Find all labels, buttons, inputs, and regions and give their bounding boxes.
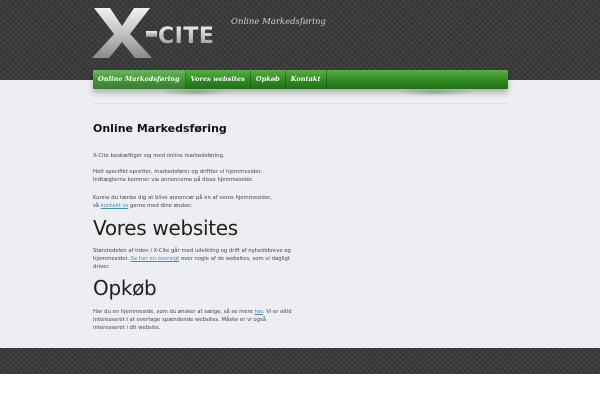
paragraph-annoncor: Kunne du tænke dig at blive annoncør på …: [93, 194, 293, 210]
opkob-text-pre: Har du en hjemmeside, som du ønsker at s…: [93, 309, 255, 315]
opkob-paragraph: Har du en hjemmeside, som du ønsker at s…: [93, 308, 293, 332]
nav-item-online-markedsforing[interactable]: Online Markedsføring: [93, 70, 186, 89]
main-nav: Online Markedsføring Vores websites Opkø…: [93, 70, 508, 89]
site-header: CITE Online Markedsføring: [0, 0, 600, 80]
websites-heading: Vores websites: [93, 216, 238, 240]
svg-text:CITE: CITE: [158, 24, 214, 49]
paragraph-drift: Helt specifikt opretter, markedsfører og…: [93, 168, 293, 184]
paragraph-annoncor-line1: Kunne du tænke dig at blive annoncør på …: [93, 195, 272, 201]
nav-shadow-glow: [160, 88, 230, 96]
paragraph-drift-line1: Helt specifikt opretter, markedsfører og…: [93, 169, 262, 175]
site-footer: [0, 348, 600, 374]
contact-link[interactable]: kontakt os: [101, 203, 129, 209]
nav-shadow-glow: [395, 88, 475, 96]
opkob-heading: Opkøb: [93, 276, 157, 300]
websites-paragraph: Størstedelen af tiden i X-Cite går med u…: [93, 247, 293, 271]
xcite-logo[interactable]: CITE: [92, 6, 227, 60]
opkob-link[interactable]: her: [255, 309, 263, 315]
nav-item-kontakt[interactable]: Kontakt: [286, 70, 327, 89]
websites-overview-link[interactable]: Se her en oversigt: [131, 256, 180, 262]
paragraph-annoncor-pre: så: [93, 203, 101, 209]
intro-text: X-Cite beskæftiger sig med online marked…: [93, 153, 225, 159]
paragraph-annoncor-post: gerne med dine ønsker.: [128, 203, 193, 209]
paragraph-drift-line2: Indtægterne kommer via annoncerne på dis…: [93, 177, 254, 183]
site-tagline: Online Markedsføring: [231, 17, 326, 27]
page-title: Online Markedsføring: [93, 122, 227, 135]
divider: [93, 103, 508, 104]
nav-item-opkob[interactable]: Opkøb: [251, 70, 286, 89]
nav-item-vores-websites[interactable]: Vores websites: [186, 70, 251, 89]
content-band: [0, 80, 600, 348]
